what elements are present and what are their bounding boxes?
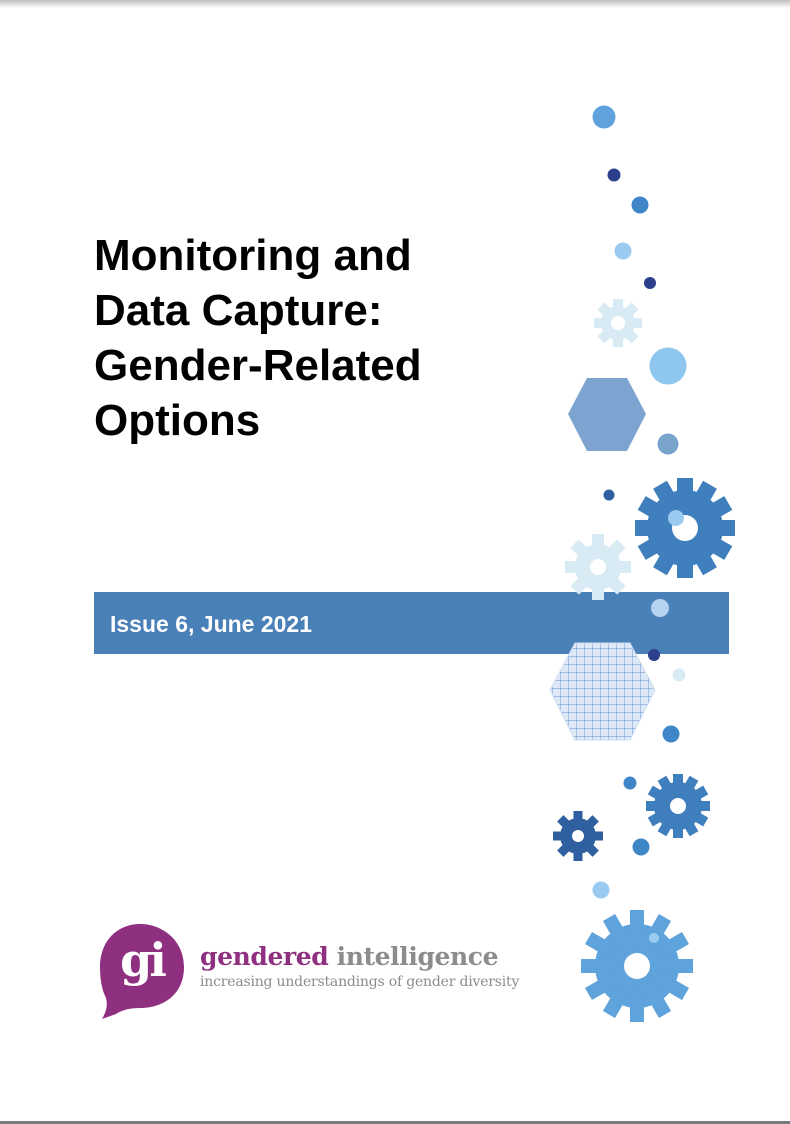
dot — [649, 347, 687, 385]
logo-wordmark: gendered intelligence — [200, 940, 499, 974]
title-line-2: Data Capture: — [94, 286, 383, 335]
gear-icon — [594, 299, 642, 347]
document-title: Monitoring and Data Capture: Gender-Rela… — [94, 228, 524, 448]
title-line-3: Gender-Related — [94, 341, 422, 390]
title-line-4: Options — [94, 396, 261, 445]
dot — [631, 196, 649, 214]
page-top-edge — [0, 0, 790, 8]
dot — [632, 838, 650, 856]
logo-wordmark-first: gendered — [200, 942, 329, 971]
issue-label: Issue 6, June 2021 — [110, 611, 313, 637]
gear-icon — [553, 811, 603, 861]
dot — [657, 433, 679, 455]
logo-mark-text: gi — [120, 933, 167, 987]
dot — [668, 510, 684, 526]
dot — [592, 105, 616, 129]
title-line-1: Monitoring and — [94, 231, 412, 280]
dot — [644, 277, 656, 289]
dot — [623, 776, 637, 790]
hexagon-grid — [549, 642, 656, 741]
gear-icon — [565, 534, 631, 600]
dot — [649, 933, 659, 943]
dot — [592, 881, 610, 899]
dots — [592, 105, 687, 899]
dot — [603, 489, 615, 501]
dot — [607, 168, 621, 182]
dot — [662, 725, 680, 743]
dot — [672, 668, 686, 682]
hexagon-blue — [568, 378, 646, 451]
gear-icon — [581, 910, 693, 1022]
gear-icon — [635, 478, 735, 578]
logo-tagline: increasing understandings of gender dive… — [200, 974, 520, 990]
logo-wordmark-second: intelligence — [336, 942, 499, 971]
dot — [614, 242, 632, 260]
gear-icon — [646, 774, 710, 838]
